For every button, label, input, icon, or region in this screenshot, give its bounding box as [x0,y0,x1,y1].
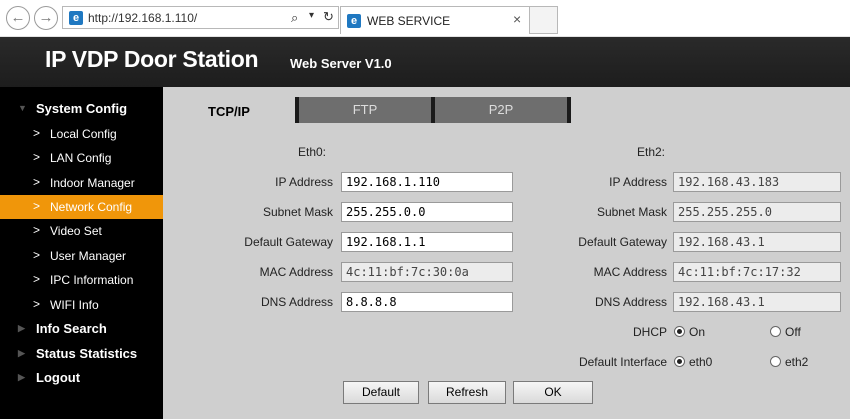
address-url[interactable]: http://192.168.1.110/ [88,11,197,25]
eth0-mask-label: Subnet Mask [262,205,333,219]
eth0-ip-input[interactable]: 192.168.1.110 [341,172,513,192]
interface-eth0-radio[interactable] [674,356,685,367]
new-tab-button[interactable] [530,6,558,34]
refresh-button[interactable]: Refresh [428,381,506,404]
sidebar-item-indoor-manager[interactable]: > Indoor Manager [0,171,163,195]
eth2-mac-label: MAC Address [593,265,667,279]
tab-p2p[interactable]: P2P [435,97,567,123]
tab-bar: TCP/IP FTP P2P [163,97,850,123]
chevron-right-icon: > [33,248,41,262]
chevron-right-icon: > [33,126,41,140]
interface-eth2-radio[interactable] [770,356,781,367]
refresh-icon[interactable]: ↻ [323,9,334,25]
chevron-right-icon: > [33,199,41,213]
eth0-mask-input[interactable]: 255.255.0.0 [341,202,513,222]
sidebar-item-label: Local Config [50,127,117,141]
sidebar: ▼ System Config > Local Config > LAN Con… [0,87,163,419]
sidebar-group-label: Info Search [36,321,107,336]
tab-tcpip[interactable]: TCP/IP [163,97,295,123]
eth2-mask-label: Subnet Mask [596,205,667,219]
collapsed-triangle-icon: ▶ [18,348,25,358]
main-content: TCP/IP FTP P2P Eth0: IP Address 192.168.… [163,87,850,419]
dropdown-arrow-icon[interactable]: ▾ [309,10,314,21]
sidebar-item-wifi-info[interactable]: > WIFI Info [0,293,163,317]
sidebar-group-label: Status Statistics [36,346,138,361]
eth2-ip-label: IP Address [609,175,667,189]
browser-tab-title: WEB SERVICE [367,14,451,28]
eth0-gateway-label: Default Gateway [244,235,333,249]
sidebar-group-logout[interactable]: ▶ Logout [0,366,163,390]
sidebar-item-label: Video Set [50,224,102,238]
dhcp-on-radio[interactable] [674,326,685,337]
eth2-gateway-field: 192.168.43.1 [673,232,841,252]
expanded-triangle-icon: ▼ [18,103,27,113]
sidebar-item-label: Network Config [50,200,133,214]
sidebar-item-video-set[interactable]: > Video Set [0,219,163,243]
sidebar-item-label: LAN Config [50,151,112,165]
chevron-right-icon: > [33,297,41,311]
sidebar-group-label: Logout [36,370,81,385]
chevron-right-icon: > [33,223,41,237]
tab-favicon-icon: e [347,14,361,28]
address-bar[interactable]: e http://192.168.1.110/ ⌕ ▾ ↻ [62,6,339,29]
default-interface-label: Default Interface [578,355,667,369]
sidebar-item-label: User Manager [50,249,127,263]
chevron-right-icon: > [33,150,41,164]
sidebar-item-network-config[interactable]: > Network Config [0,195,163,219]
sidebar-item-label: Indoor Manager [50,176,135,190]
eth0-mac-field: 4c:11:bf:7c:30:0a [341,262,513,282]
eth0-mac-label: MAC Address [259,265,333,279]
dhcp-label: DHCP [632,325,667,339]
collapsed-triangle-icon: ▶ [18,323,25,333]
eth0-ip-label: IP Address [275,175,333,189]
interface-eth0-label: eth0 [689,355,713,369]
sidebar-group-info-search[interactable]: ▶ Info Search [0,317,163,341]
sidebar-group-system-config[interactable]: ▼ System Config [0,97,163,121]
eth0-gateway-input[interactable]: 192.168.1.1 [341,232,513,252]
app-subtitle: Web Server V1.0 [290,56,392,71]
chevron-right-icon: > [33,272,41,286]
back-arrow-icon[interactable]: ← [6,6,30,30]
sidebar-item-user-manager[interactable]: > User Manager [0,244,163,268]
eth0-heading: Eth0: [298,145,327,159]
eth2-dns-label: DNS Address [594,295,667,309]
dhcp-on-label: On [689,325,706,339]
sidebar-item-ipc-information[interactable]: > IPC Information [0,268,163,292]
app-title: IP VDP Door Station [45,46,259,72]
default-button[interactable]: Default [343,381,419,404]
sidebar-group-status-statistics[interactable]: ▶ Status Statistics [0,342,163,366]
browser-toolbar: ← → e http://192.168.1.110/ ⌕ ▾ ↻ e WEB … [0,0,850,37]
eth2-heading: Eth2: [637,145,666,159]
app-header: IP VDP Door Station Web Server V1.0 [0,37,850,87]
close-tab-icon[interactable]: × [513,11,521,27]
interface-eth2-label: eth2 [785,355,809,369]
eth0-dns-label: DNS Address [260,295,333,309]
eth2-mac-field: 4c:11:bf:7c:17:32 [673,262,841,282]
ok-button[interactable]: OK [513,381,593,404]
browser-tab[interactable]: e WEB SERVICE × [340,6,530,34]
search-icon[interactable]: ⌕ [291,10,298,26]
sidebar-item-local-config[interactable]: > Local Config [0,122,163,146]
tab-ftp[interactable]: FTP [299,97,431,123]
sidebar-item-label: IPC Information [50,273,134,287]
dhcp-off-label: Off [785,325,801,339]
chevron-right-icon: > [33,175,41,189]
tab-divider [567,97,571,123]
eth0-dns-input[interactable]: 8.8.8.8 [341,292,513,312]
dhcp-off-radio[interactable] [770,326,781,337]
collapsed-triangle-icon: ▶ [18,372,25,382]
ie-logo-icon: e [69,11,83,25]
forward-arrow-icon[interactable]: → [34,6,58,30]
eth2-dns-field: 192.168.43.1 [673,292,841,312]
eth2-mask-field: 255.255.255.0 [673,202,841,222]
sidebar-item-label: WIFI Info [50,298,99,312]
eth2-gateway-label: Default Gateway [578,235,667,249]
eth2-ip-field: 192.168.43.183 [673,172,841,192]
sidebar-group-label: System Config [36,101,128,116]
sidebar-item-lan-config[interactable]: > LAN Config [0,146,163,170]
